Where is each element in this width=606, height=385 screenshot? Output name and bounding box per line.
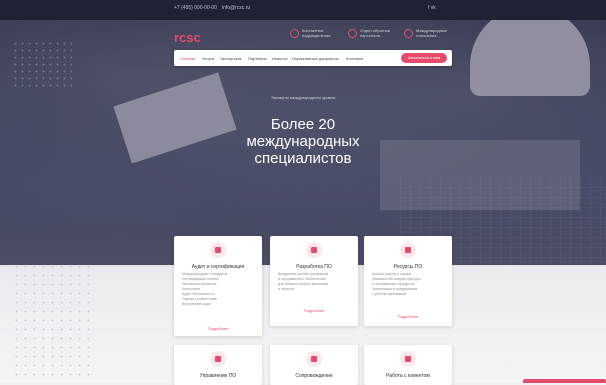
service-card-5-title: Сопровождение bbox=[295, 373, 333, 379]
service-card-3-more-link[interactable]: Подробнее bbox=[364, 314, 452, 319]
list-item: и отрасли bbox=[278, 287, 295, 291]
service-card-1-title: Аудит и сертификация bbox=[191, 264, 245, 270]
service-card-2-more-link[interactable]: Подробнее bbox=[270, 308, 358, 313]
header-contact-2-label: Отдел обучения персонала bbox=[360, 28, 391, 38]
nav-item-news[interactable]: Новости bbox=[272, 56, 287, 61]
decor-dots bbox=[12, 262, 92, 382]
email-link[interactable]: info@rcsc.ru bbox=[222, 5, 250, 11]
hero-title-line-2: международных bbox=[246, 133, 360, 150]
service-card-3-list: Анализ рисков и оценка уязвимостей инфра… bbox=[372, 272, 444, 297]
service-card-2[interactable]: Разработка ПО Внедрение систем управлени… bbox=[270, 236, 358, 326]
nav-item-services[interactable]: Услуги bbox=[202, 56, 214, 61]
top-bar: +7 (495) 000-00-00 info@rcsc.ru f vk bbox=[0, 0, 606, 20]
nav-item-contacts[interactable]: Контакты bbox=[346, 56, 363, 61]
floating-action-tab[interactable] bbox=[523, 379, 606, 383]
service-card-2-list: Внедрение систем управления и программно… bbox=[278, 272, 350, 292]
decor-dots-top bbox=[12, 40, 72, 90]
service-card-1-more-link[interactable]: Подробнее bbox=[174, 326, 262, 331]
globe-icon bbox=[404, 28, 413, 38]
list-item: с учётом требований bbox=[372, 292, 407, 296]
header-contact-3-label: Международные отношения bbox=[416, 28, 448, 38]
page: +7 (495) 000-00-00 info@rcsc.ru f vk rcs… bbox=[0, 0, 606, 385]
service-card-1[interactable]: Аудит и сертификация Международные станд… bbox=[174, 236, 262, 336]
signup-button[interactable]: Записаться к нам bbox=[401, 53, 447, 63]
smile-icon bbox=[210, 351, 226, 367]
service-card-5[interactable]: Сопровождение bbox=[270, 345, 358, 385]
phone-link[interactable]: +7 (495) 000-00-00 bbox=[174, 5, 217, 11]
nav-item-home[interactable]: Главная bbox=[180, 56, 195, 61]
wrench-icon bbox=[400, 242, 416, 258]
nav-item-partners[interactable]: Партнёры bbox=[248, 56, 267, 61]
hero-title: Более 20 международных специалистов bbox=[0, 116, 606, 167]
folder-icon bbox=[210, 242, 226, 258]
main-nav: Главная Услуги Экспертиза Партнёры Новос… bbox=[174, 50, 452, 66]
social-links[interactable]: f vk bbox=[428, 5, 436, 11]
header-contact-2[interactable]: Отдел обучения персонала bbox=[348, 28, 400, 38]
hero-title-line-3: специалистов bbox=[254, 150, 352, 167]
nav-item-documents[interactable]: Нормативные документы bbox=[292, 56, 339, 61]
hero-subtitle: Эксперты международного уровня bbox=[270, 95, 336, 100]
service-card-6-title: Работа с клиентом bbox=[386, 373, 430, 379]
list-item: Внутренний аудит bbox=[182, 302, 212, 306]
building-icon bbox=[290, 28, 299, 38]
header-contact-1[interactable]: Контактные подразделения bbox=[290, 28, 342, 38]
briefcase-icon bbox=[400, 351, 416, 367]
people-icon bbox=[348, 28, 357, 38]
service-card-4[interactable]: Управление ПО bbox=[174, 345, 262, 385]
service-card-6[interactable]: Работа с клиентом bbox=[364, 345, 452, 385]
service-card-3[interactable]: Ресурсы ПО Анализ рисков и оценка уязвим… bbox=[364, 236, 452, 326]
refresh-icon bbox=[306, 351, 322, 367]
pen-icon bbox=[306, 242, 322, 258]
nav-item-expertise[interactable]: Экспертиза bbox=[220, 56, 241, 61]
service-card-4-title: Управление ПО bbox=[199, 373, 237, 379]
service-card-1-list: Международные стандарты Сертификация сис… bbox=[182, 272, 254, 307]
service-card-2-title: Разработка ПО bbox=[296, 264, 332, 270]
header-contact-3[interactable]: Международные отношения bbox=[404, 28, 456, 38]
header-contact-1-label: Контактные подразделения bbox=[302, 28, 331, 38]
hero-title-line-1: Более 20 bbox=[270, 116, 336, 133]
service-card-3-title: Ресурсы ПО bbox=[393, 264, 423, 270]
logo[interactable]: rcsc bbox=[174, 30, 201, 45]
